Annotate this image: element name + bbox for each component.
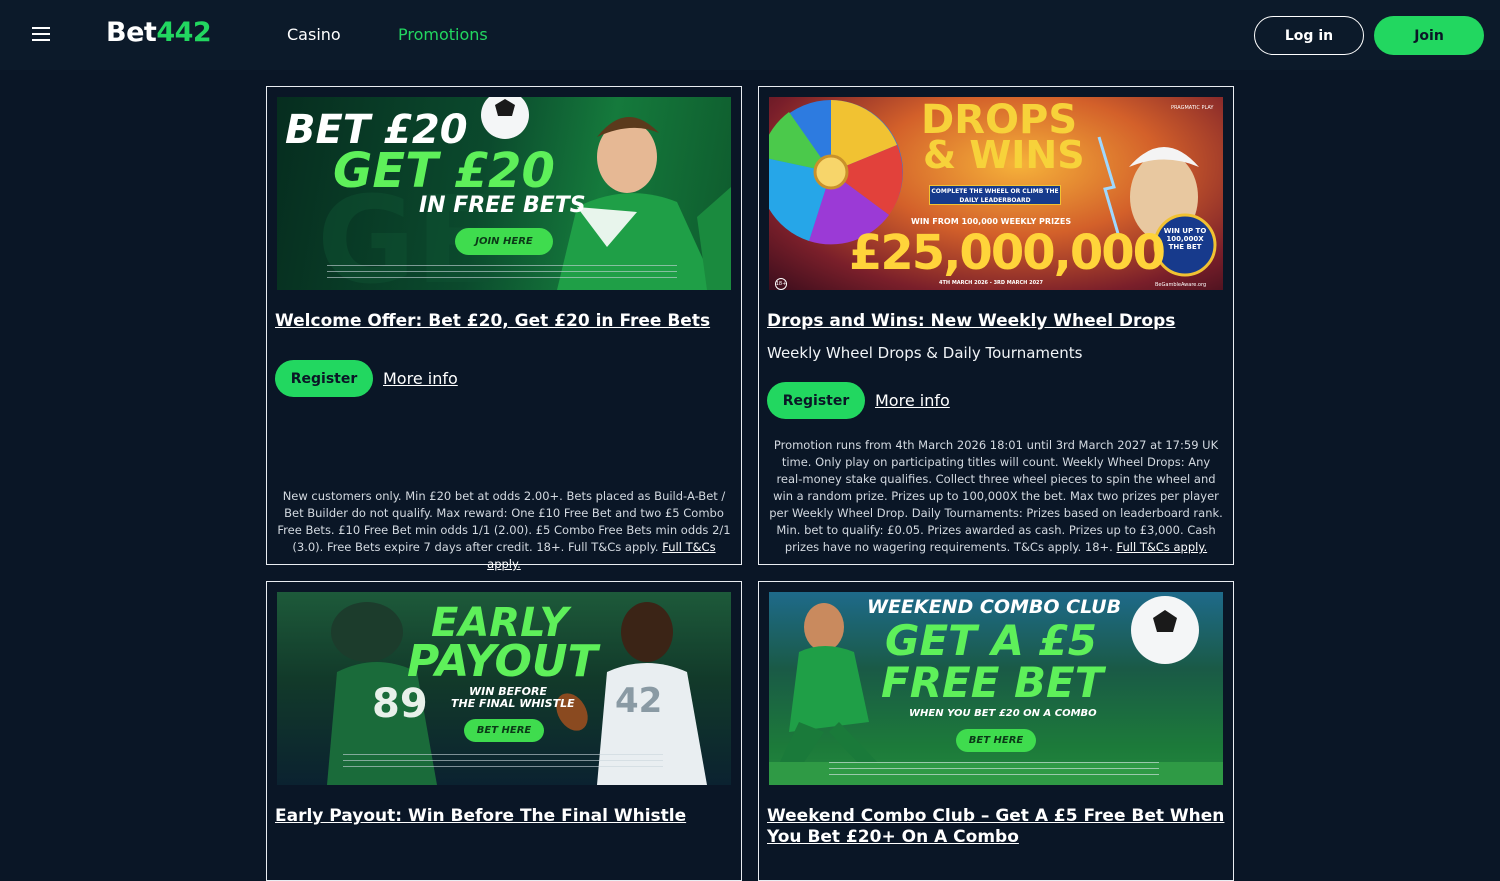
- promo-title-link[interactable]: Welcome Offer: Bet £20, Get £20 in Free …: [275, 311, 735, 332]
- banner-headline-2: & WINS: [923, 133, 1085, 177]
- promo-card-weekend-combo-club: WEEKEND COMBO CLUB GET A £5 FREE BET WHE…: [758, 581, 1234, 881]
- more-info-link[interactable]: More info: [383, 369, 458, 388]
- banner-headline-1: WEEKEND COMBO CLUB: [867, 596, 1122, 618]
- banner-headline-2: GET £20: [333, 143, 555, 199]
- banner-age-badge: 18+: [775, 278, 787, 290]
- early-payout-banner[interactable]: 89 42 EARLY PAYOUT WIN BEFORE THE FINAL …: [277, 592, 731, 785]
- banner-gamble-aware: BeGambleAware.org: [1155, 282, 1207, 288]
- banner-headline-4: THE FINAL WHISTLE: [451, 697, 575, 710]
- promo-card-welcome-offer: GE BET £20 GET £20 IN FREE BETS JOIN HER…: [266, 86, 742, 571]
- svg-text:89: 89: [372, 681, 428, 727]
- banner-bet-here-pill: BET HERE: [956, 729, 1036, 752]
- banner-headline-2: PAYOUT: [407, 636, 598, 687]
- banner-join-here-pill: JOIN HERE: [455, 228, 553, 255]
- join-button[interactable]: Join: [1374, 16, 1484, 55]
- banner-headline-4: WHEN YOU BET £20 ON A COMBO: [909, 708, 1097, 719]
- menu-icon[interactable]: [32, 27, 50, 41]
- banner-headline-3: FREE BET: [881, 658, 1104, 707]
- full-tcs-link[interactable]: Full T&Cs apply.: [1117, 540, 1208, 554]
- banner-headline-3: IN FREE BETS: [419, 193, 586, 218]
- banner-ribbon: COMPLETE THE WHEEL OR CLIMB THE DAILY LE…: [929, 185, 1061, 205]
- login-button[interactable]: Log in: [1254, 16, 1364, 55]
- promo-title-link[interactable]: Early Payout: Win Before The Final Whist…: [275, 806, 735, 827]
- register-button[interactable]: Register: [275, 360, 373, 397]
- banner-multiplier-badge: WIN UP TO 100,000X THE BET: [1163, 227, 1207, 251]
- promo-title-link[interactable]: Weekend Combo Club – Get A £5 Free Bet W…: [767, 806, 1227, 848]
- nav-casino-link[interactable]: Casino: [287, 25, 341, 44]
- more-info-link[interactable]: More info: [875, 391, 950, 410]
- terms-text: Promotion runs from 4th March 2026 18:01…: [769, 438, 1223, 554]
- svg-text:42: 42: [615, 681, 662, 721]
- top-navigation-bar: Bet442 Casino Promotions Log in Join: [0, 0, 1500, 70]
- promo-terms: New customers only. Min £20 bet at odds …: [277, 488, 731, 573]
- weekend-combo-club-banner[interactable]: WEEKEND COMBO CLUB GET A £5 FREE BET WHE…: [769, 592, 1223, 785]
- promo-terms: Promotion runs from 4th March 2026 18:01…: [769, 437, 1223, 556]
- banner-fine-print: [829, 762, 1159, 776]
- welcome-offer-banner[interactable]: GE BET £20 GET £20 IN FREE BETS JOIN HER…: [277, 97, 731, 290]
- banner-bet-here-pill: BET HERE: [464, 719, 544, 742]
- register-button[interactable]: Register: [767, 382, 865, 419]
- promo-card-drops-and-wins: DROPS & WINS COMPLETE THE WHEEL OR CLIMB…: [758, 86, 1234, 565]
- banner-fine-print: [343, 754, 663, 772]
- promo-subtitle: Weekly Wheel Drops & Daily Tournaments: [767, 344, 1083, 362]
- drops-and-wins-banner[interactable]: DROPS & WINS COMPLETE THE WHEEL OR CLIMB…: [769, 97, 1223, 290]
- banner-dates: 4TH MARCH 2026 - 3RD MARCH 2027: [939, 280, 1044, 286]
- banner-prize-amount: £25,000,000: [849, 225, 1166, 281]
- promo-card-early-payout: 89 42 EARLY PAYOUT WIN BEFORE THE FINAL …: [266, 581, 742, 881]
- promo-title-link[interactable]: Drops and Wins: New Weekly Wheel Drops: [767, 311, 1227, 332]
- nav-promotions-link[interactable]: Promotions: [398, 25, 488, 44]
- banner-fine-print: [327, 265, 677, 283]
- site-logo[interactable]: Bet442: [106, 17, 212, 48]
- banner-provider-logo: PRAGMATIC PLAY: [1171, 105, 1214, 111]
